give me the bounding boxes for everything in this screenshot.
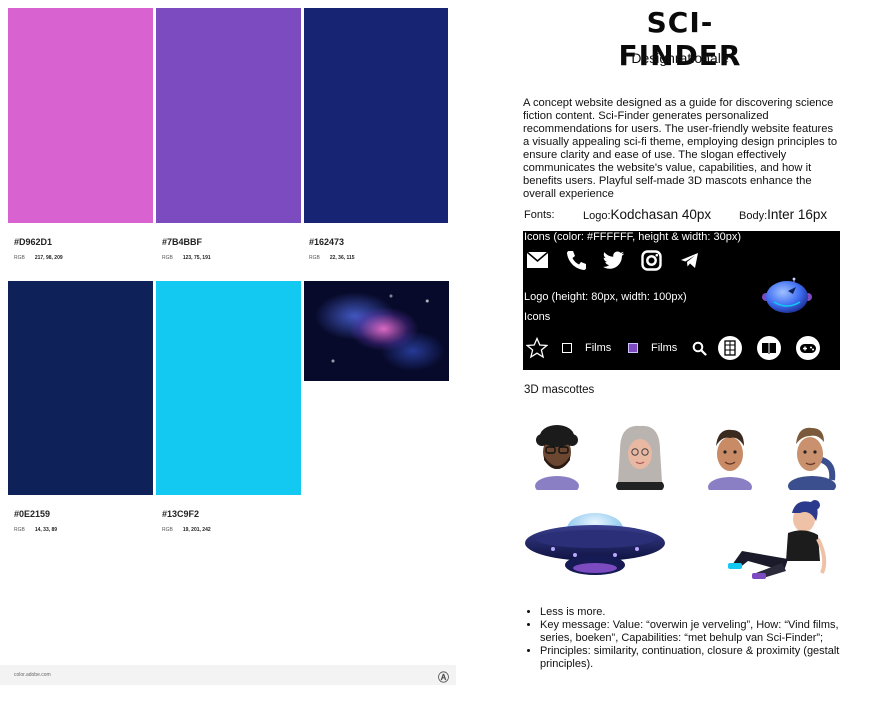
mascot-avatar-curly-hair (535, 425, 579, 490)
body-font-value: Inter 16px (767, 207, 828, 222)
rgb-row: RGB 217, 98, 209 (14, 255, 63, 261)
hex-label: #13C9F2 (162, 509, 200, 519)
nebula-image (304, 281, 449, 381)
mascot-avatar-hoodie (788, 427, 836, 490)
ufo-mascot (525, 513, 665, 575)
rgb-row: RGB 19, 201, 242 (162, 527, 211, 533)
film-icon (718, 336, 742, 360)
hex-label: #D962D1 (14, 237, 53, 247)
body-font-spec: Body:Inter 16px (739, 207, 827, 222)
twitter-icon (603, 251, 624, 269)
logo-font-value: Kodchasan 40px (610, 207, 712, 222)
swatch-d962d1 (8, 8, 153, 223)
book-icon (757, 336, 781, 360)
swatch-7b4bbf (156, 8, 301, 223)
rgb-row: RGB 14, 33, 89 (14, 527, 58, 533)
star-icon (526, 337, 548, 359)
checkbox-filled-icon (628, 343, 638, 353)
icons-caption: Icons (color: #FFFFFF, height & width: 3… (524, 231, 742, 243)
phone-icon (567, 251, 586, 270)
swatch-162473 (304, 8, 448, 223)
checkbox-empty-icon (562, 343, 572, 353)
icon-panel: Icons (color: #FFFFFF, height & width: 3… (523, 231, 840, 370)
hex-label: #162473 (309, 237, 345, 247)
telegram-icon (681, 253, 698, 268)
list-item: Less is more. (540, 606, 840, 619)
logo-font-label: Logo: (583, 210, 611, 222)
icons-label: Icons (524, 311, 551, 323)
source-text: color.adobe.com (14, 672, 51, 678)
intro-paragraph: A concept website designed as a guide fo… (523, 97, 838, 200)
logo-mascot-icon (762, 277, 812, 313)
films-label: Films (651, 342, 678, 354)
fonts-label: Fonts: (524, 209, 555, 221)
body-font-label: Body: (739, 210, 768, 222)
adobe-logo-icon: Ⓐ (438, 672, 449, 684)
swatch-0e2159 (8, 281, 153, 495)
search-icon (692, 341, 707, 356)
mascot-avatar-short-hair (708, 429, 752, 490)
hex-label: #7B4BBF (162, 237, 203, 247)
logo-font-spec: Logo:Kodchasan 40px (583, 207, 711, 222)
palette-footer: color.adobe.com Ⓐ (0, 665, 456, 685)
hex-label: #0E2159 (14, 509, 51, 519)
gamepad-icon (796, 336, 820, 360)
logo-caption: Logo (height: 80px, width: 100px) (524, 291, 687, 303)
swatch-13c9f2 (156, 281, 301, 495)
mascot-avatar-grey-hair (616, 425, 664, 490)
mascots-heading: 3D mascottes (524, 384, 595, 396)
list-item: Key message: Value: “overwin je vervelin… (540, 619, 840, 645)
page-subtitle: Designrationale (631, 50, 729, 66)
films-label: Films (585, 342, 612, 354)
mail-icon (526, 251, 549, 268)
instagram-icon (641, 250, 662, 271)
principles-list: Less is more. Key message: Value: “overw… (524, 606, 840, 671)
rgb-row: RGB 123, 75, 191 (162, 255, 211, 261)
rgb-row: RGB 22, 36, 115 (309, 255, 355, 261)
sitting-girl-mascot (728, 500, 827, 579)
list-item: Principles: similarity, continuation, cl… (540, 645, 840, 671)
